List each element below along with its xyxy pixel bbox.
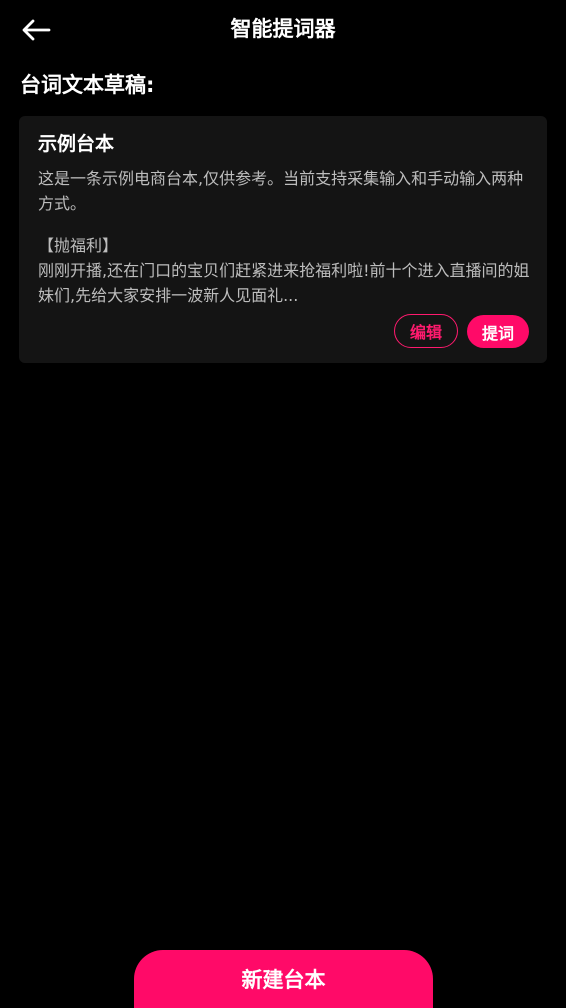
new-script-button[interactable]: 新建台本 [134, 950, 433, 1008]
edit-button[interactable]: 编辑 [394, 314, 458, 348]
script-body: 刚刚开播,还在门口的宝贝们赶紧进来抢福利啦!前十个进入直播间的姐妹们,先给大家安… [38, 261, 530, 305]
script-card[interactable]: 示例台本 这是一条示例电商台本,仅供参考。当前支持采集输入和手动输入两种方式。 … [19, 116, 547, 363]
arrow-left-icon [22, 19, 51, 41]
header-bar: 智能提词器 [0, 0, 566, 60]
prompt-button[interactable]: 提词 [467, 315, 529, 348]
back-button[interactable] [16, 12, 56, 48]
script-tag: 【抛福利】 [38, 236, 119, 255]
page-title: 智能提词器 [230, 17, 336, 41]
script-title: 示例台本 [38, 133, 115, 155]
section-title: 台词文本草稿: [20, 73, 155, 97]
script-description: 这是一条示例电商台本,仅供参考。当前支持采集输入和手动输入两种方式。 [38, 169, 524, 213]
